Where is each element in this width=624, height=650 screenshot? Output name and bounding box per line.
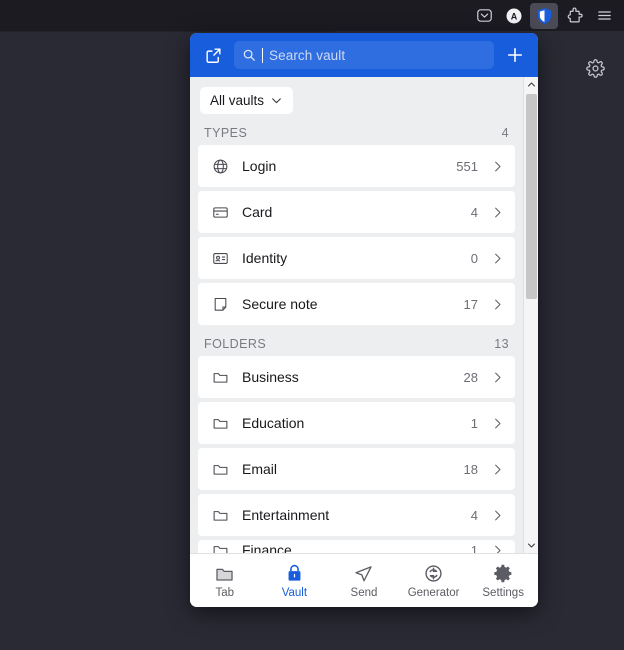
list-item-secure-note[interactable]: Secure note 17 — [198, 283, 515, 325]
scrollbar-track[interactable] — [524, 92, 539, 538]
section-header-folders: FOLDERS 13 — [190, 329, 523, 356]
list-item-count: 28 — [463, 369, 478, 385]
nav-label: Generator — [407, 587, 460, 599]
tab-folder-icon — [214, 562, 235, 584]
search-icon — [242, 48, 256, 62]
folder-icon — [210, 540, 230, 553]
list-item-label: Card — [242, 204, 273, 220]
add-item-button[interactable] — [500, 40, 530, 70]
chevron-right-icon — [490, 251, 505, 266]
folder-icon — [210, 459, 230, 479]
application-menu-icon[interactable] — [590, 3, 618, 29]
scroll-up-arrow-icon[interactable] — [524, 77, 539, 92]
list-item-count: 0 — [470, 250, 478, 266]
bitwarden-popup: Search vault All vaults TYPES 4 Login 55… — [190, 33, 538, 607]
list-item-finance[interactable]: Finance 1 — [198, 540, 515, 553]
extensions-puzzle-icon[interactable] — [560, 3, 588, 29]
chevron-right-icon — [490, 370, 505, 385]
lock-icon — [285, 562, 304, 584]
nav-label: Send — [350, 587, 378, 599]
folder-icon — [210, 367, 230, 387]
list-item-email[interactable]: Email 18 — [198, 448, 515, 490]
pocket-icon[interactable] — [470, 3, 498, 29]
list-item-label: Education — [242, 415, 305, 431]
section-title: TYPES — [204, 126, 248, 140]
section-count: 13 — [494, 337, 509, 351]
list-item-business[interactable]: Business 28 — [198, 356, 515, 398]
list-item-count: 18 — [463, 461, 478, 477]
search-placeholder: Search vault — [269, 47, 346, 63]
list-item-identity[interactable]: Identity 0 — [198, 237, 515, 279]
browser-toolbar: A — [0, 0, 624, 31]
section-count: 4 — [501, 126, 509, 140]
list-item-label: Business — [242, 369, 299, 385]
sticky-note-icon — [210, 294, 230, 314]
pop-out-icon[interactable] — [198, 40, 228, 70]
svg-text:A: A — [511, 11, 518, 21]
refresh-circle-icon — [423, 562, 444, 584]
nav-tab[interactable]: Tab — [190, 562, 260, 599]
popup-bottom-nav: Tab Vault Send Generator Settings — [190, 553, 538, 607]
list-item-count: 1 — [470, 415, 478, 431]
folder-icon — [210, 413, 230, 433]
chevron-right-icon — [490, 508, 505, 523]
popup-body: All vaults TYPES 4 Login 551 Card 4 Iden… — [190, 77, 538, 553]
vault-filter: All vaults — [190, 77, 523, 122]
globe-icon — [210, 156, 230, 176]
list-item-education[interactable]: Education 1 — [198, 402, 515, 444]
chevron-right-icon — [490, 543, 505, 553]
account-avatar-icon[interactable]: A — [500, 3, 528, 29]
list-item-label: Login — [242, 158, 277, 174]
list-item-login[interactable]: Login 551 — [198, 145, 515, 187]
list-item-label: Finance — [242, 542, 292, 553]
vault-scrollbar[interactable] — [523, 77, 538, 553]
list-item-card[interactable]: Card 4 — [198, 191, 515, 233]
nav-send[interactable]: Send — [329, 562, 399, 599]
nav-label: Settings — [482, 587, 524, 599]
list-item-label: Secure note — [242, 296, 318, 312]
list-item-count: 4 — [470, 204, 478, 220]
chevron-down-icon — [270, 94, 283, 107]
chevron-right-icon — [490, 416, 505, 431]
gear-icon — [493, 562, 514, 584]
credit-card-icon — [210, 202, 230, 222]
list-item-count: 551 — [456, 158, 478, 174]
scrollbar-thumb[interactable] — [525, 94, 537, 300]
send-paper-plane-icon — [353, 562, 374, 584]
settings-gear-icon[interactable] — [585, 58, 605, 78]
list-item-label: Email — [242, 461, 278, 477]
all-vaults-dropdown[interactable]: All vaults — [200, 87, 294, 114]
types-list: Login 551 Card 4 Identity 0 Secure note … — [190, 145, 523, 325]
chevron-right-icon — [490, 205, 505, 220]
section-title: FOLDERS — [204, 337, 267, 351]
vault-scroll-area: All vaults TYPES 4 Login 551 Card 4 Iden… — [190, 77, 523, 553]
bitwarden-shield-icon[interactable] — [530, 2, 558, 29]
search-input[interactable]: Search vault — [234, 41, 494, 69]
nav-vault[interactable]: Vault — [260, 562, 330, 599]
list-item-count: 17 — [463, 296, 478, 312]
list-item-entertainment[interactable]: Entertainment 4 — [198, 494, 515, 536]
chevron-right-icon — [490, 297, 505, 312]
list-item-label: Entertainment — [242, 507, 330, 523]
all-vaults-label: All vaults — [210, 93, 265, 108]
section-header-types: TYPES 4 — [190, 122, 523, 145]
folder-icon — [210, 505, 230, 525]
id-card-icon — [210, 248, 230, 268]
list-item-label: Identity — [242, 250, 288, 266]
chevron-right-icon — [490, 159, 505, 174]
text-caret — [262, 47, 263, 63]
nav-label: Tab — [215, 587, 235, 599]
scroll-down-arrow-icon[interactable] — [524, 538, 539, 553]
folders-list: Business 28 Education 1 Email 18 Enterta… — [190, 356, 523, 553]
list-item-count: 1 — [470, 542, 478, 554]
nav-settings[interactable]: Settings — [468, 562, 538, 599]
chevron-right-icon — [490, 462, 505, 477]
nav-label: Vault — [281, 587, 308, 599]
popup-header: Search vault — [190, 33, 538, 77]
list-item-count: 4 — [470, 507, 478, 523]
nav-generator[interactable]: Generator — [399, 562, 469, 599]
